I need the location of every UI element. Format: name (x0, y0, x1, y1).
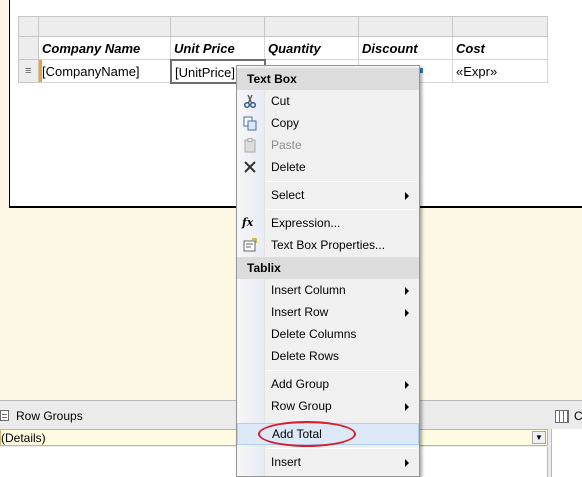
menu-separator (267, 209, 417, 210)
menu-label-text-box-properties: Text Box Properties... (271, 238, 386, 252)
menu-label-insert-column: Insert Column (271, 283, 346, 297)
menu-label-cut: Cut (271, 94, 290, 108)
menu-label-delete-rows: Delete Rows (271, 349, 340, 363)
menu-label-row-group: Row Group (271, 399, 332, 413)
column-handle[interactable] (39, 16, 171, 37)
column-handle[interactable] (453, 16, 548, 37)
menu-label-insert: Insert (271, 455, 302, 469)
menu-label-expression: Expression... (271, 216, 341, 230)
menu-item-cut[interactable]: Cut (237, 90, 419, 112)
delete-x-icon (244, 161, 256, 173)
details-group-label: (Details) (1, 431, 46, 445)
context-menu: Text Box Cut Copy Paste Delete Select fx… (236, 65, 420, 477)
menu-label-delete: Delete (271, 160, 306, 174)
detail-cell-cost[interactable]: «Expr» (453, 60, 548, 83)
menu-separator (267, 448, 417, 449)
menu-item-insert-row[interactable]: Insert Row (237, 301, 419, 323)
menu-label-add-group: Add Group (271, 377, 330, 391)
menu-item-text-box-properties[interactable]: Text Box Properties... (237, 234, 419, 256)
submenu-arrow-icon (405, 403, 409, 411)
menu-item-delete-rows[interactable]: Delete Rows (237, 345, 419, 367)
menu-item-copy[interactable]: Copy (237, 112, 419, 134)
submenu-arrow-icon (405, 459, 409, 467)
annotation-highlight-oval (258, 421, 356, 447)
header-cell-unit-price[interactable]: Unit Price (171, 37, 265, 60)
menu-separator (267, 181, 417, 182)
menu-header-tablix: Tablix (237, 257, 419, 279)
menu-item-expression[interactable]: fx Expression... (237, 212, 419, 234)
detail-cell-company-name[interactable]: [CompanyName] (39, 60, 171, 83)
menu-label-delete-columns: Delete Columns (271, 327, 357, 341)
row-groups-icon (0, 410, 9, 421)
details-row-icon: ≡ (25, 65, 32, 77)
detail-row-handle[interactable]: ≡ (18, 60, 39, 83)
cell-marker (420, 68, 423, 73)
scissors-icon (243, 94, 257, 109)
submenu-arrow-icon (405, 309, 409, 317)
header-cell-quantity[interactable]: Quantity (265, 37, 359, 60)
submenu-arrow-icon (405, 381, 409, 389)
menu-label-copy: Copy (271, 116, 300, 130)
header-cell-company-name[interactable]: Company Name (39, 37, 171, 60)
chevron-down-icon[interactable]: ▼ (532, 431, 546, 444)
menu-label-select: Select (271, 188, 305, 202)
menu-label-paste: Paste (271, 138, 302, 152)
tablix-corner-handle[interactable] (18, 16, 39, 37)
menu-item-insert-column[interactable]: Insert Column (237, 279, 419, 301)
menu-separator (267, 370, 417, 371)
header-cell-cost[interactable]: Cost (453, 37, 548, 60)
header-cell-discount[interactable]: Discount (359, 37, 453, 60)
properties-icon (243, 238, 257, 252)
menu-item-select[interactable]: Select (237, 184, 419, 206)
column-groups-list (551, 429, 582, 477)
function-fx-icon: fx (242, 216, 254, 229)
row-groups-label: Row Groups (16, 409, 83, 423)
menu-item-delete-columns[interactable]: Delete Columns (237, 323, 419, 345)
menu-item-insert[interactable]: Insert (237, 451, 419, 473)
column-handle[interactable] (359, 16, 453, 37)
menu-item-delete[interactable]: Delete (237, 156, 419, 178)
column-groups-icon (555, 410, 569, 423)
row-handle[interactable] (18, 37, 39, 60)
column-handle[interactable] (171, 16, 265, 37)
menu-header-text-box: Text Box (237, 68, 419, 90)
copy-icon (243, 116, 257, 131)
menu-item-paste[interactable]: Paste (237, 134, 419, 156)
menu-label-insert-row: Insert Row (271, 305, 329, 319)
paste-icon (244, 138, 256, 153)
submenu-arrow-icon (405, 192, 409, 200)
column-groups-label: C (574, 409, 582, 423)
column-handle[interactable] (265, 16, 359, 37)
menu-item-add-group[interactable]: Add Group (237, 373, 419, 395)
submenu-arrow-icon (405, 287, 409, 295)
menu-item-row-group[interactable]: Row Group (237, 395, 419, 417)
menu-item-add-total[interactable]: Add Total (237, 421, 419, 447)
